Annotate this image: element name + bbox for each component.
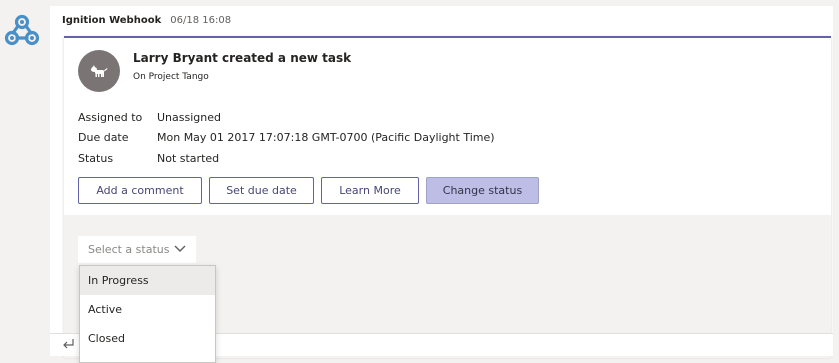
fact-value: Unassigned (157, 110, 221, 124)
dog-avatar-icon (91, 65, 108, 77)
status-select-placeholder: Select a status (88, 243, 170, 256)
avatar (78, 50, 120, 92)
task-subtitle: On Project Tango (133, 72, 209, 82)
learn-more-button[interactable]: Learn More (321, 177, 419, 204)
status-option-in-progress[interactable]: In Progress (80, 266, 215, 295)
message-sender[interactable]: Ignition Webhook (62, 15, 161, 26)
fact-key: Due date (78, 131, 129, 145)
change-status-button[interactable]: Change status (426, 177, 539, 204)
status-option-active[interactable]: Active (80, 295, 215, 324)
message-header: Ignition Webhook 06/18 16:08 (62, 15, 231, 26)
webhook-bot-icon[interactable] (4, 12, 40, 48)
fact-value: Mon May 01 2017 17:07:18 GMT-0700 (Pacif… (157, 131, 495, 145)
fact-row-due-date: Due date Mon May 01 2017 17:07:18 GMT-07… (78, 128, 495, 149)
fact-key: Assigned to (78, 110, 143, 124)
status-dropdown: In Progress Active Closed (79, 265, 216, 363)
chevron-down-icon[interactable] (174, 245, 186, 253)
task-title: Larry Bryant created a new task (133, 51, 352, 65)
fact-key: Status (78, 151, 114, 165)
action-bar: Add a comment Set due date Learn More Ch… (78, 177, 539, 204)
fact-row-status: Status Not started (78, 148, 495, 169)
set-due-date-button[interactable]: Set due date (209, 177, 314, 204)
fact-value: Not started (157, 151, 220, 165)
message-timestamp: 06/18 16:08 (170, 15, 232, 26)
status-option-closed[interactable]: Closed (80, 324, 215, 353)
reply-icon[interactable] (61, 338, 75, 350)
fact-set: Assigned to Unassigned Due date Mon May … (78, 107, 495, 169)
add-comment-button[interactable]: Add a comment (78, 177, 202, 204)
fact-row-assigned: Assigned to Unassigned (78, 107, 495, 128)
status-select[interactable]: Select a status (78, 236, 196, 263)
